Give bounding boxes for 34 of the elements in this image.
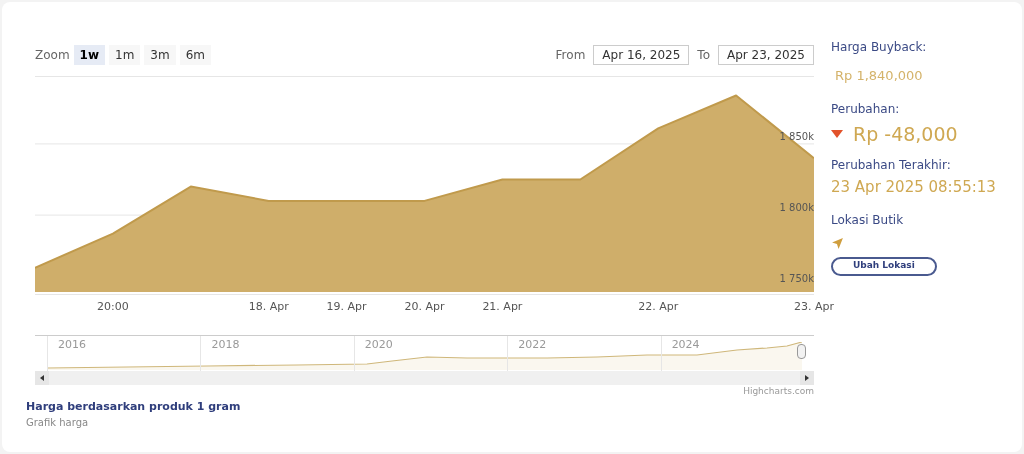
zoom-button[interactable]: 6m: [179, 45, 211, 65]
x-axis-label: 20. Apr: [404, 299, 445, 315]
x-axis-label: 20:00: [97, 299, 129, 315]
x-axis-label: 19. Apr: [326, 299, 367, 315]
zoom-button[interactable]: 3m: [144, 45, 176, 65]
caption-subtitle: Grafik harga: [26, 416, 90, 430]
change-label: Perubahan:: [831, 100, 900, 118]
scroll-right-icon[interactable]: [800, 371, 814, 385]
caption-title: Harga berdasarkan produk 1 gram: [26, 398, 242, 415]
change-amount: Rp -48,000: [853, 121, 958, 147]
from-label: From: [555, 47, 586, 64]
scroll-left-icon[interactable]: [35, 371, 49, 385]
change-location-button[interactable]: Ubah Lokasi: [831, 256, 937, 276]
y-axis-label: 1 750k: [779, 272, 814, 287]
zoom-label: Zoom: [35, 47, 70, 64]
buyback-price: Rp 1,840,000: [835, 67, 923, 85]
scrollbar[interactable]: [35, 371, 814, 385]
last-change-time: 23 Apr 2025 08:55:13: [831, 177, 996, 198]
location-label: Lokasi Butik: [831, 211, 904, 229]
navigation-arrow-icon[interactable]: [831, 236, 844, 250]
to-date-field[interactable]: Apr 23, 2025: [718, 45, 814, 65]
x-axis-label: 18. Apr: [248, 299, 289, 315]
x-axis-label: 21. Apr: [482, 299, 523, 315]
last-change-label: Perubahan Terakhir:: [831, 157, 951, 174]
x-axis-label: 23. Apr: [794, 299, 834, 315]
zoom-button[interactable]: 1m: [109, 45, 141, 65]
y-axis-label: 1 800k: [779, 201, 814, 216]
buyback-label: Harga Buyback:: [831, 39, 927, 56]
navigator-handle[interactable]: [797, 344, 806, 359]
y-axis-label: 1 850k: [779, 129, 814, 144]
x-axis-label: 22. Apr: [638, 299, 679, 315]
to-label: To: [697, 47, 710, 64]
zoom-button[interactable]: 1w: [73, 45, 106, 65]
from-date-field[interactable]: Apr 16, 2025: [593, 45, 690, 65]
